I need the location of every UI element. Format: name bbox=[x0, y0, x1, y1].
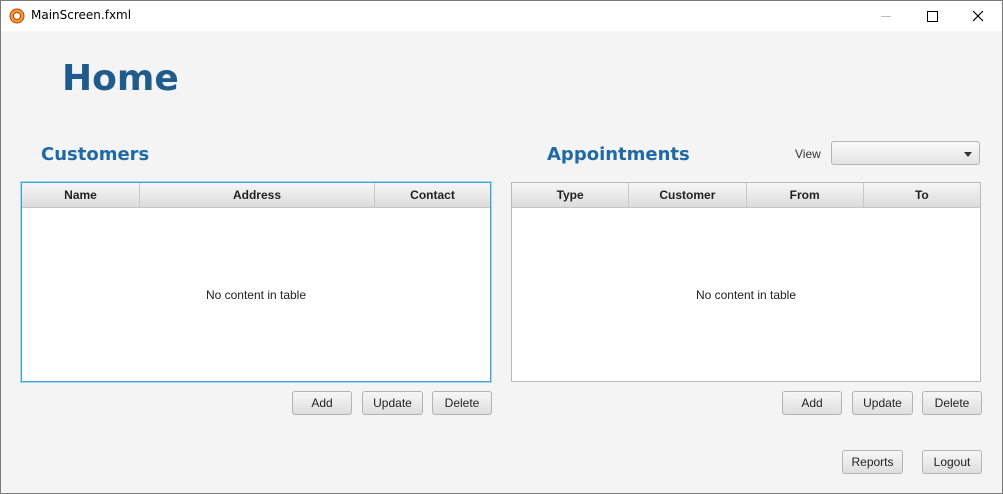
customers-table[interactable]: Name Address Contact No content in table bbox=[21, 182, 491, 382]
column-header-customer[interactable]: Customer bbox=[629, 183, 747, 207]
customers-empty-placeholder: No content in table bbox=[205, 288, 307, 302]
close-button[interactable] bbox=[955, 1, 1001, 31]
logout-button[interactable]: Logout bbox=[922, 450, 982, 474]
customer-add-button[interactable]: Add bbox=[292, 391, 352, 415]
appointments-title: Appointments bbox=[547, 144, 690, 165]
column-header-contact[interactable]: Contact bbox=[375, 183, 490, 207]
appointments-table-header: Type Customer From To bbox=[512, 183, 980, 208]
appointments-empty-placeholder: No content in table bbox=[695, 288, 797, 302]
chevron-down-icon bbox=[964, 152, 972, 157]
java-app-icon bbox=[9, 8, 25, 24]
appointment-add-button[interactable]: Add bbox=[782, 391, 842, 415]
customer-delete-button[interactable]: Delete bbox=[432, 391, 492, 415]
customers-table-header: Name Address Contact bbox=[22, 183, 490, 208]
customers-title: Customers bbox=[41, 144, 150, 165]
customer-update-button[interactable]: Update bbox=[362, 391, 423, 415]
minimize-icon bbox=[881, 15, 891, 17]
maximize-icon bbox=[926, 10, 938, 22]
column-header-type[interactable]: Type bbox=[512, 183, 630, 207]
column-header-to[interactable]: To bbox=[864, 183, 980, 207]
view-label: View bbox=[795, 147, 821, 161]
appointment-delete-button[interactable]: Delete bbox=[922, 391, 982, 415]
column-header-from[interactable]: From bbox=[747, 183, 864, 207]
reports-button[interactable]: Reports bbox=[842, 450, 903, 474]
maximize-button[interactable] bbox=[909, 1, 955, 31]
close-icon bbox=[972, 10, 984, 22]
window-title: MainScreen.fxml bbox=[31, 8, 132, 22]
page-title: Home bbox=[62, 58, 179, 99]
appointment-update-button[interactable]: Update bbox=[852, 391, 913, 415]
minimize-button[interactable] bbox=[863, 1, 909, 31]
column-header-address[interactable]: Address bbox=[140, 183, 375, 207]
appointments-table[interactable]: Type Customer From To No content in tabl… bbox=[511, 182, 981, 382]
title-bar[interactable]: MainScreen.fxml bbox=[1, 1, 1002, 31]
main-content: Home Customers Name Address Contact No c… bbox=[1, 31, 1002, 493]
column-header-name[interactable]: Name bbox=[22, 183, 140, 207]
app-window: MainScreen.fxml Home Customers Name Addr… bbox=[0, 0, 1003, 494]
view-select[interactable] bbox=[831, 141, 980, 165]
